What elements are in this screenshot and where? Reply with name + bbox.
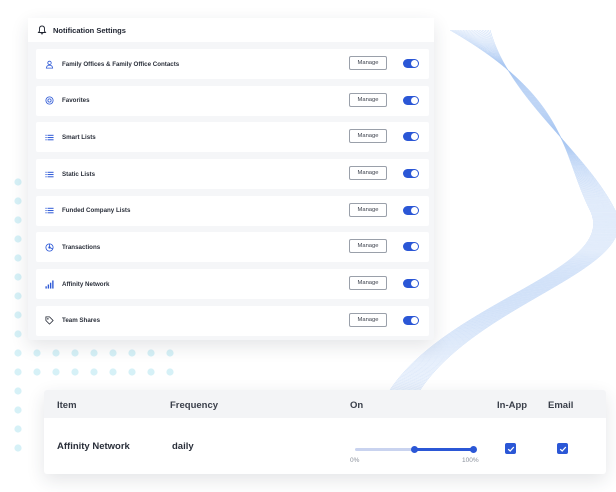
bar-chart-icon [44,279,54,289]
list-icon [44,206,54,216]
user-icon [44,59,54,69]
range-slider-high-handle[interactable] [469,445,477,453]
enable-toggle[interactable] [403,242,419,252]
frequency-cell[interactable]: daily [172,441,194,452]
star-circle-icon [44,96,54,106]
manage-button[interactable]: Manage [349,56,387,70]
notification-preferences-table: Item Frequency On In-App Email Affinity … [44,390,606,474]
manage-button[interactable]: Manage [349,129,387,144]
settings-row-smart-lists: Smart Lists Manage [36,122,429,153]
list-icon [44,132,54,142]
transactions-icon [44,242,54,252]
item-cell: Affinity Network [57,441,130,452]
settings-row-favorites: Favorites Manage [36,85,429,116]
enable-toggle[interactable] [403,169,419,179]
tag-icon [44,316,54,326]
settings-row-team-shares: Team Shares Manage [36,305,429,336]
settings-row-affinity-network: Affinity Network Manage [36,269,429,300]
notification-settings-panel: Notification Settings Family Offices & F… [28,18,434,340]
range-slider[interactable] [355,445,477,453]
enable-toggle[interactable] [403,95,419,105]
manage-button[interactable]: Manage [349,166,387,181]
column-header-email: Email [548,400,574,411]
in-app-checkbox[interactable] [505,443,516,454]
email-checkbox[interactable] [557,443,568,454]
column-header-frequency: Frequency [170,400,219,411]
range-slider-low-handle[interactable] [410,445,418,453]
manage-button[interactable]: Manage [349,276,387,291]
manage-button[interactable]: Manage [349,312,387,327]
checkmark-icon [507,446,514,452]
enable-toggle[interactable] [403,59,419,68]
settings-row-static-lists: Static Lists Manage [36,159,429,190]
column-header-in-app: In-App [497,400,528,411]
range-slider-fill [414,448,473,451]
range-min-label: 0% [350,457,360,464]
table-row: Affinity Network daily 0% 100% [44,418,606,474]
settings-header: Notification Settings [28,18,434,42]
table-header: Item Frequency On In-App Email [44,390,606,418]
manage-button[interactable]: Manage [349,92,387,107]
enable-toggle[interactable] [403,132,419,142]
list-icon [44,169,54,179]
settings-row-transactions: Transactions Manage [36,232,429,263]
settings-row-family-offices: Family Offices & Family Office Contacts … [36,49,429,79]
enable-toggle[interactable] [403,205,419,215]
enable-toggle[interactable] [403,279,419,289]
settings-list: Family Offices & Family Office Contacts … [36,49,429,343]
column-header-item: Item [57,400,77,411]
enable-toggle[interactable] [403,315,419,325]
checkmark-icon [559,446,566,452]
bell-icon [37,25,47,35]
settings-title: Notification Settings [53,25,126,35]
manage-button[interactable]: Manage [349,202,387,217]
settings-row-funded-company-lists: Funded Company Lists Manage [36,195,429,226]
column-header-on: On [350,400,364,411]
range-max-label: 100% [462,457,479,464]
manage-button[interactable]: Manage [349,239,387,254]
